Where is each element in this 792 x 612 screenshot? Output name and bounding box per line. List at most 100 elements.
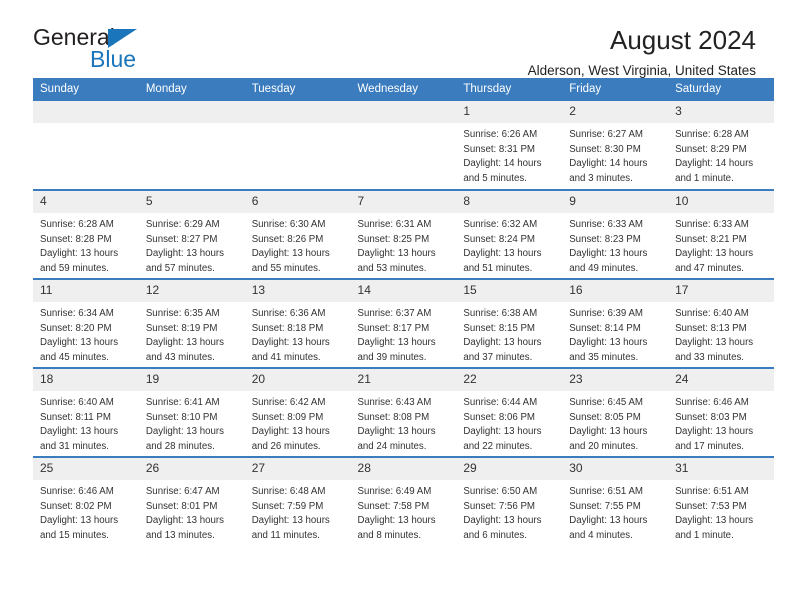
calendar-day-cell[interactable]: 17 Sunrise: 6:40 AM Sunset: 8:13 PM Dayligh… xyxy=(668,278,774,368)
daylight-line1: Daylight: 13 hours xyxy=(145,337,224,349)
calendar-day-cell[interactable]: 16 Sunrise: 6:39 AM Sunset: 8:14 PM Dayligh… xyxy=(562,278,669,368)
sunset-time: Sunset: 8:09 PM xyxy=(251,411,324,423)
daylight-line2: and 55 minutes. xyxy=(251,262,321,274)
day-details: Sunrise: 6:41 AM Sunset: 8:10 PM Daylight:… xyxy=(139,391,245,454)
sunrise-time: Sunrise: 6:42 AM xyxy=(251,397,326,408)
sunset-time: Sunset: 8:08 PM xyxy=(357,411,430,423)
day-number: 12 xyxy=(138,280,245,302)
weekday-header-sunday: Sunday xyxy=(33,78,139,101)
day-number: 18 xyxy=(33,369,139,391)
day-details: Sunrise: 6:46 AM Sunset: 8:03 PM Daylight:… xyxy=(668,391,774,454)
weekday-header-monday: Monday xyxy=(138,78,245,101)
sunset-time: Sunset: 8:25 PM xyxy=(357,233,430,245)
calendar-day-cell[interactable]: 12 Sunrise: 6:35 AM Sunset: 8:19 PM Dayligh… xyxy=(138,278,245,368)
daylight-line2: and 3 minutes. xyxy=(569,172,633,184)
day-details: Sunrise: 6:39 AM Sunset: 8:14 PM Daylight:… xyxy=(562,302,668,365)
day-details: Sunrise: 6:31 AM Sunset: 8:25 PM Daylight:… xyxy=(351,213,457,276)
calendar-day-cell[interactable]: 6 Sunrise: 6:30 AM Sunset: 8:26 PM Daylight… xyxy=(244,189,351,279)
calendar-day-cell[interactable]: 22 Sunrise: 6:44 AM Sunset: 8:06 PM Dayligh… xyxy=(456,367,563,457)
daylight-line1: Daylight: 13 hours xyxy=(40,248,119,260)
sunset-time: Sunset: 8:31 PM xyxy=(463,143,535,155)
day-number xyxy=(350,101,457,123)
calendar-day-cell[interactable]: 21 Sunrise: 6:43 AM Sunset: 8:08 PM Dayligh… xyxy=(350,367,457,457)
day-number: 25 xyxy=(33,458,139,480)
day-details: Sunrise: 6:27 AM Sunset: 8:30 PM Daylight:… xyxy=(562,123,668,186)
calendar-day-cell[interactable]: 25 Sunrise: 6:46 AM Sunset: 8:02 PM Dayligh… xyxy=(33,456,139,546)
day-number: 10 xyxy=(668,191,774,213)
day-number: 24 xyxy=(668,369,774,391)
daylight-line1: Daylight: 13 hours xyxy=(569,515,648,527)
calendar-day-cell[interactable]: 10 Sunrise: 6:33 AM Sunset: 8:21 PM Dayligh… xyxy=(668,189,774,279)
sunrise-time: Sunrise: 6:48 AM xyxy=(251,486,326,497)
day-details: Sunrise: 6:28 AM Sunset: 8:28 PM Daylight:… xyxy=(33,213,139,276)
calendar-day-cell[interactable]: 31 Sunrise: 6:51 AM Sunset: 7:53 PM Dayligh… xyxy=(668,456,774,546)
daylight-line2: and 57 minutes. xyxy=(145,262,215,274)
page-header: General Blue August 2024 Alderson, West … xyxy=(0,0,792,78)
calendar-day-cell[interactable]: 5 Sunrise: 6:29 AM Sunset: 8:27 PM Daylight… xyxy=(138,189,245,279)
daylight-line2: and 15 minutes. xyxy=(40,529,109,541)
daylight-line1: Daylight: 13 hours xyxy=(251,248,330,260)
calendar-day-cell[interactable]: 24 Sunrise: 6:46 AM Sunset: 8:03 PM Dayligh… xyxy=(668,367,774,457)
daylight-line1: Daylight: 13 hours xyxy=(675,248,754,260)
calendar-day-cell[interactable]: 26 Sunrise: 6:47 AM Sunset: 8:01 PM Dayligh… xyxy=(138,456,245,546)
day-number xyxy=(33,101,139,123)
calendar-day-cell[interactable]: 9 Sunrise: 6:33 AM Sunset: 8:23 PM Daylight… xyxy=(562,189,669,279)
daylight-line2: and 51 minutes. xyxy=(463,262,533,274)
day-details: Sunrise: 6:40 AM Sunset: 8:13 PM Daylight:… xyxy=(668,302,774,365)
day-number: 17 xyxy=(668,280,774,302)
general-blue-logo[interactable]: General Blue xyxy=(33,26,163,74)
sunset-time: Sunset: 8:27 PM xyxy=(145,233,218,245)
calendar-day-cell[interactable]: 3 Sunrise: 6:28 AM Sunset: 8:29 PM Daylight… xyxy=(668,101,774,190)
daylight-line2: and 26 minutes. xyxy=(251,440,321,452)
day-number: 21 xyxy=(350,369,457,391)
daylight-line1: Daylight: 13 hours xyxy=(675,426,754,438)
day-number: 7 xyxy=(350,191,457,213)
calendar-day-cell[interactable]: 23 Sunrise: 6:45 AM Sunset: 8:05 PM Dayligh… xyxy=(562,367,669,457)
sunrise-time: Sunrise: 6:44 AM xyxy=(463,397,538,408)
sunrise-time: Sunrise: 6:33 AM xyxy=(675,219,749,230)
calendar-week-row: 1 Sunrise: 6:26 AM Sunset: 8:31 PM Daylight… xyxy=(33,101,774,190)
calendar-day-cell[interactable]: 4 Sunrise: 6:28 AM Sunset: 8:28 PM Daylight… xyxy=(33,189,139,279)
day-number: 29 xyxy=(456,458,563,480)
day-number: 9 xyxy=(562,191,669,213)
day-number: 14 xyxy=(350,280,457,302)
calendar-day-cell[interactable]: 18 Sunrise: 6:40 AM Sunset: 8:11 PM Dayligh… xyxy=(33,367,139,457)
day-details: Sunrise: 6:37 AM Sunset: 8:17 PM Daylight:… xyxy=(351,302,457,365)
calendar-week-row: 18 Sunrise: 6:40 AM Sunset: 8:11 PM Dayligh… xyxy=(33,367,774,457)
calendar-day-cell[interactable]: 27 Sunrise: 6:48 AM Sunset: 7:59 PM Dayligh… xyxy=(244,456,351,546)
calendar-day-cell[interactable]: 11 Sunrise: 6:34 AM Sunset: 8:20 PM Dayligh… xyxy=(33,278,139,368)
daylight-line2: and 6 minutes. xyxy=(463,529,527,541)
daylight-line1: Daylight: 13 hours xyxy=(357,426,436,438)
daylight-line2: and 31 minutes. xyxy=(40,440,109,452)
sunrise-time: Sunrise: 6:46 AM xyxy=(675,397,749,408)
daylight-line1: Daylight: 13 hours xyxy=(357,515,436,527)
day-number: 27 xyxy=(244,458,351,480)
calendar-day-cell[interactable]: 28 Sunrise: 6:49 AM Sunset: 7:58 PM Dayligh… xyxy=(350,456,457,546)
calendar-day-cell[interactable]: 1 Sunrise: 6:26 AM Sunset: 8:31 PM Daylight… xyxy=(456,101,563,190)
sunrise-time: Sunrise: 6:33 AM xyxy=(569,219,643,230)
calendar-day-cell[interactable]: 13 Sunrise: 6:36 AM Sunset: 8:18 PM Dayligh… xyxy=(244,278,351,368)
calendar-day-cell[interactable]: 20 Sunrise: 6:42 AM Sunset: 8:09 PM Dayligh… xyxy=(244,367,351,457)
calendar-day-cell[interactable]: 15 Sunrise: 6:38 AM Sunset: 8:15 PM Dayligh… xyxy=(456,278,563,368)
daylight-line1: Daylight: 13 hours xyxy=(40,426,119,438)
day-number: 28 xyxy=(350,458,457,480)
calendar-day-cell[interactable]: 2 Sunrise: 6:27 AM Sunset: 8:30 PM Daylight… xyxy=(562,101,669,190)
calendar-day-cell[interactable]: 14 Sunrise: 6:37 AM Sunset: 8:17 PM Dayligh… xyxy=(350,278,457,368)
sunrise-time: Sunrise: 6:50 AM xyxy=(463,486,538,497)
day-details: Sunrise: 6:33 AM Sunset: 8:23 PM Daylight:… xyxy=(562,213,668,276)
calendar-day-cell[interactable]: 7 Sunrise: 6:31 AM Sunset: 8:25 PM Daylight… xyxy=(350,189,457,279)
day-number: 16 xyxy=(562,280,669,302)
calendar-day-cell[interactable]: 8 Sunrise: 6:32 AM Sunset: 8:24 PM Daylight… xyxy=(456,189,563,279)
daylight-line2: and 53 minutes. xyxy=(357,262,427,274)
sunset-time: Sunset: 8:15 PM xyxy=(463,322,535,334)
daylight-line2: and 35 minutes. xyxy=(569,351,639,363)
daylight-line2: and 11 minutes. xyxy=(251,529,320,541)
calendar-day-cell[interactable]: 29 Sunrise: 6:50 AM Sunset: 7:56 PM Dayligh… xyxy=(456,456,563,546)
calendar-day-cell[interactable]: 19 Sunrise: 6:41 AM Sunset: 8:10 PM Dayligh… xyxy=(138,367,245,457)
day-details: Sunrise: 6:35 AM Sunset: 8:19 PM Daylight:… xyxy=(139,302,245,365)
sunset-time: Sunset: 8:02 PM xyxy=(40,500,112,512)
day-details: Sunrise: 6:36 AM Sunset: 8:18 PM Daylight:… xyxy=(245,302,351,365)
day-details: Sunrise: 6:26 AM Sunset: 8:31 PM Daylight:… xyxy=(456,123,562,186)
day-number: 19 xyxy=(138,369,245,391)
calendar-day-cell[interactable]: 30 Sunrise: 6:51 AM Sunset: 7:55 PM Dayligh… xyxy=(562,456,669,546)
